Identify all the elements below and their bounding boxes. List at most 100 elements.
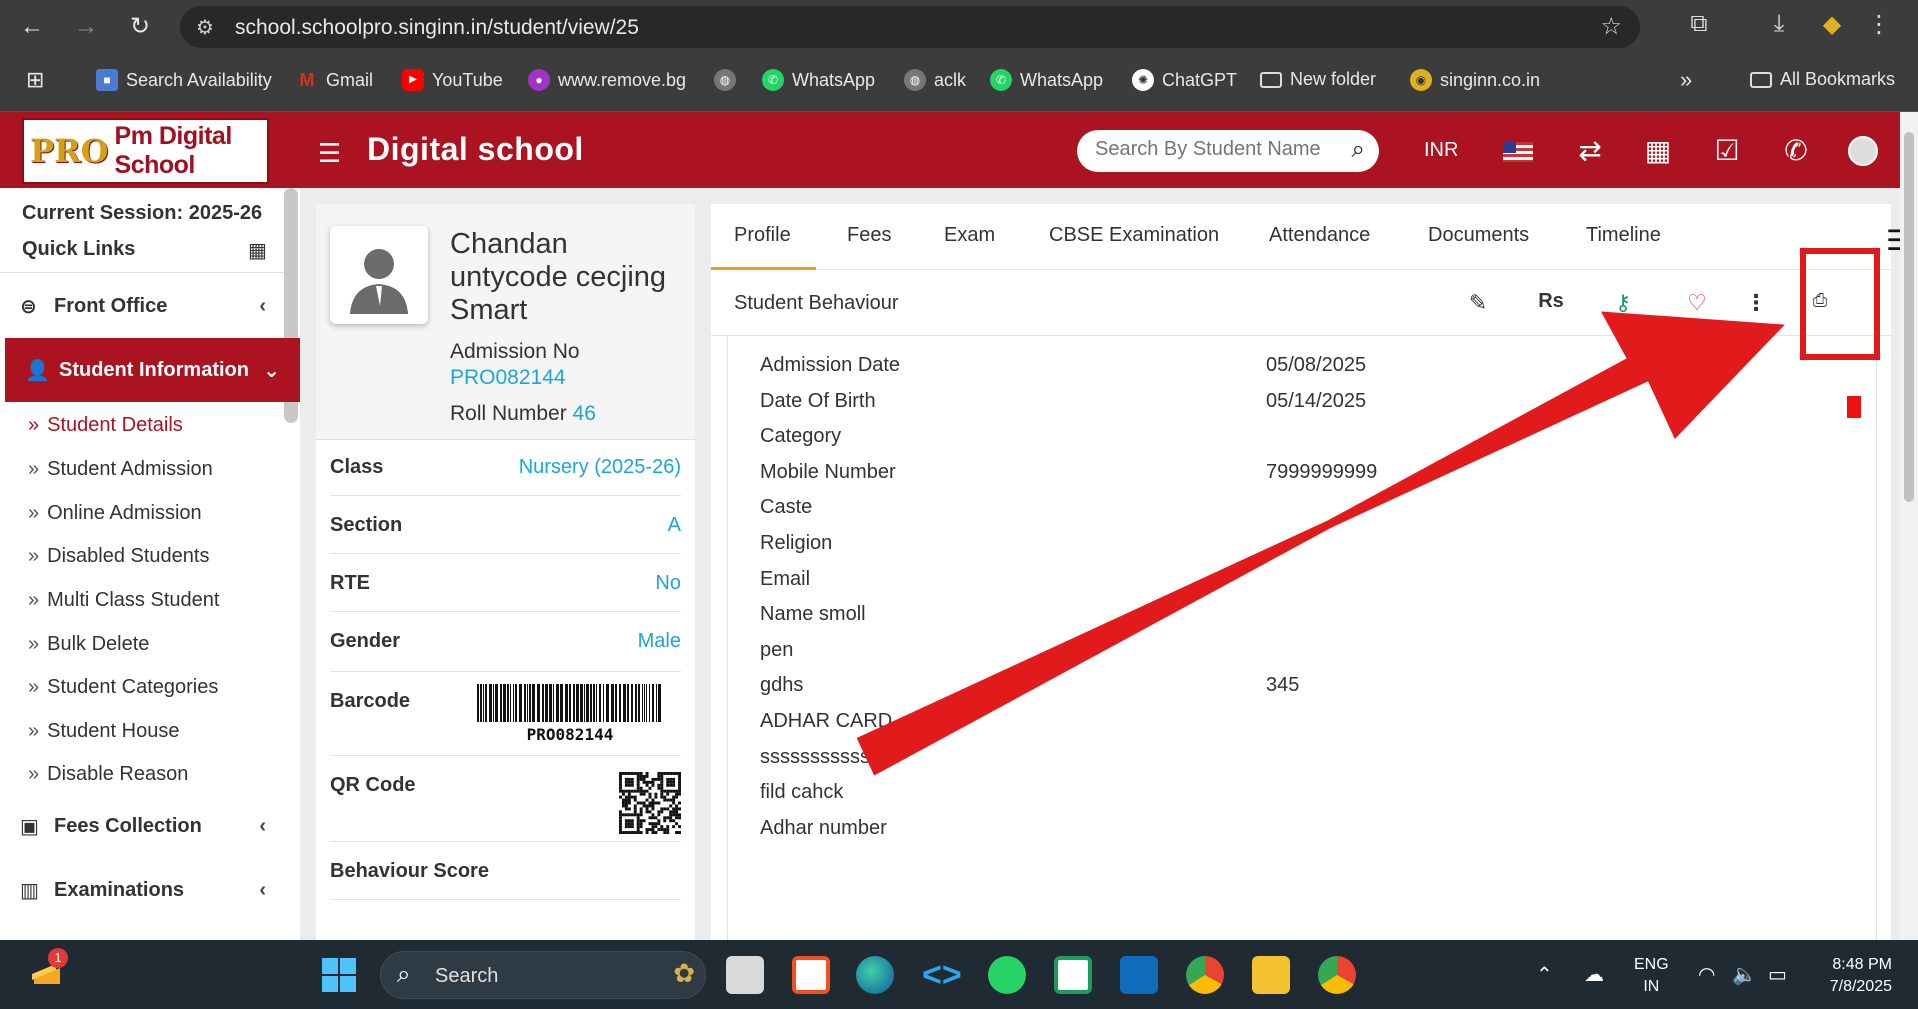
onedrive-icon[interactable]: ☁ [1584,962,1604,987]
file-explorer-icon[interactable] [1252,956,1290,994]
extensions-icon[interactable]: ⧉ [1682,10,1716,38]
us-flag-icon[interactable] [1503,142,1533,162]
task-view-icon[interactable] [726,956,764,994]
chrome-icon[interactable] [1186,956,1224,994]
download-icon[interactable]: ⤓ [1762,10,1796,38]
sidebar-sub-disable-reason[interactable]: » Disable Reason [28,763,188,786]
bookmark-chatgpt[interactable]: ✺ ChatGPT [1132,69,1237,91]
switch-session-icon[interactable]: ⇄ [1572,134,1608,167]
search-icon[interactable]: ⌕ [1352,136,1365,164]
bookmark-whatsapp-2[interactable]: ✆ WhatsApp [990,69,1103,91]
barcode-image: PRO082144 [475,684,665,746]
sidebar-sub-bulk-delete[interactable]: » Bulk Delete [28,633,149,656]
thumbs-down-icon[interactable]: ♡ [1682,290,1712,316]
menu-icon[interactable]: ☰ [1886,224,1900,257]
roll-number: Roll Number 46 [450,402,596,425]
bookmark-singinn[interactable]: ◉ singinn.co.in [1410,69,1540,91]
sidebar-sub-student-admission[interactable]: » Student Admission [28,458,213,481]
quick-links[interactable]: Quick Links [22,238,135,261]
sidebar-sub-disabled-students[interactable]: » Disabled Students [28,545,209,568]
sidebar-sub-student-categories[interactable]: » Student Categories [28,676,218,699]
whatsapp-icon[interactable] [988,956,1026,994]
quick-links-grid-icon[interactable]: ▦ [248,238,267,263]
sidebar-item-fees-collection[interactable]: ▣ Fees Collection ‹ [0,794,286,858]
sidebar-sub-online-admission[interactable]: » Online Admission [28,502,202,525]
student-details-table: Admission Date 05/08/2025 Date Of Birth 05/… [727,336,1877,940]
volume-icon[interactable]: 🔈 [1732,962,1757,987]
outlook-icon[interactable] [1120,956,1158,994]
bookmark-new-folder[interactable]: New folder [1260,69,1376,90]
vscode-icon[interactable]: <> [922,956,962,994]
forward-icon[interactable]: → [70,11,102,43]
windows-taskbar: 1 ⌕ Search ✿ <> ⌃ ☁ ENG IN ◠ 🔈 ▭ 8:48 PM… [0,940,1918,1009]
student-behaviour-link[interactable]: Student Behaviour [734,292,899,315]
qr-code-image [619,772,681,834]
bookmark-whatsapp-1[interactable]: ✆ WhatsApp [762,69,875,91]
bookmark-star-icon[interactable]: ☆ [1600,12,1622,41]
add-fees-rs-button[interactable]: Rs [1536,290,1566,313]
page-scrollbar[interactable] [1900,112,1918,940]
tab-fees[interactable]: Fees [847,224,891,247]
more-vertical-icon[interactable]: ⋮ [1741,290,1771,316]
bookmark-globe[interactable]: ◍ [714,69,736,91]
tab-attendance[interactable]: Attendance [1269,224,1370,247]
edge-icon[interactable] [856,956,894,994]
detail-label: fild cahck [760,781,844,803]
sidebar-toggle-icon[interactable]: ☰ [318,138,341,169]
page-scroll-thumb[interactable] [1904,132,1914,502]
user-avatar[interactable] [1848,136,1878,166]
calendar-icon[interactable]: ▦ [1640,134,1676,167]
all-bookmarks[interactable]: All Bookmarks [1750,69,1895,90]
address-bar[interactable]: ⚙ school.schoolpro.singinn.in/student/vi… [180,6,1640,48]
key-icon[interactable]: ⚷ [1608,290,1638,316]
session-box: Current Session: 2025-26 Quick Links ▦ [0,188,286,273]
show-hidden-icons-icon[interactable]: ⌃ [1536,962,1553,987]
extension-diamond-icon[interactable]: ◆ [1815,10,1849,39]
school-logo[interactable]: PRO Pm Digital School [22,118,269,184]
microsoft-store-icon[interactable] [792,956,830,994]
currency-selector[interactable]: INR [1424,139,1458,162]
sidebar-sub-multi-class-student[interactable]: » Multi Class Student [28,589,219,612]
more-bookmarks-icon[interactable]: » [1680,67,1692,93]
sidebar-item-examinations[interactable]: ▥ Examinations ‹ [0,858,286,922]
bookmark-aclk[interactable]: ◍ aclk [904,69,966,91]
detail-label: Religion [760,532,833,554]
battery-icon[interactable]: ▭ [1768,962,1787,987]
student-search-input[interactable] [1095,138,1325,161]
chevron-down-icon: ⌄ [263,359,280,382]
tab-documents[interactable]: Documents [1428,224,1529,247]
taskbar-search[interactable]: ⌕ Search ✿ [380,951,706,999]
bookmark-youtube[interactable]: ▶ YouTube [402,69,503,91]
wifi-icon[interactable]: ◠ [1698,962,1715,987]
whatsapp-icon[interactable]: ✆ [1778,134,1814,167]
app-header: PRO Pm Digital School ☰ Digital school ⌕… [0,112,1900,188]
language-indicator[interactable]: ENG IN [1634,954,1669,998]
task-check-icon[interactable]: ☑ [1709,134,1745,167]
tab-cbse-examination[interactable]: CBSE Examination [1049,224,1219,247]
browser-menu-icon[interactable]: ⋮ [1862,10,1896,39]
current-session[interactable]: Current Session: 2025-26 [22,202,262,225]
site-info-icon[interactable]: ⚙ [196,15,214,40]
back-icon[interactable]: ← [16,11,48,43]
clock[interactable]: 8:48 PM 7/8/2025 [1820,954,1892,998]
bookmark-gmail[interactable]: M Gmail [296,69,374,91]
sidebar-item-student-information[interactable]: 👤 Student Information ⌄ [5,338,300,402]
money-icon: ▣ [20,815,39,838]
globe-icon: ◍ [904,69,926,91]
sidebar-sub-student-details[interactable]: » Student Details [28,414,183,437]
student-photo [330,226,428,324]
tab-timeline[interactable]: Timeline [1586,224,1661,247]
app-r-icon[interactable] [1054,956,1092,994]
reload-icon[interactable]: ↻ [124,11,156,43]
tab-exam[interactable]: Exam [944,224,995,247]
bookmark-removebg[interactable]: ● www.remove.bg [528,69,686,91]
chrome-profile-icon[interactable] [1318,956,1356,994]
sidebar-sub-student-house[interactable]: » Student House [28,720,179,743]
start-button[interactable] [322,958,356,992]
sidebar-item-front-office[interactable]: ⊜ Front Office ‹ [0,274,286,338]
edit-pencil-icon[interactable]: ✎ [1463,290,1493,316]
globe-icon: ◍ [714,69,736,91]
tab-profile[interactable]: Profile [734,224,791,247]
apps-grid-icon[interactable]: ⊞ [26,67,44,93]
bookmark-search-availability[interactable]: ■ Search Availability [96,69,272,91]
